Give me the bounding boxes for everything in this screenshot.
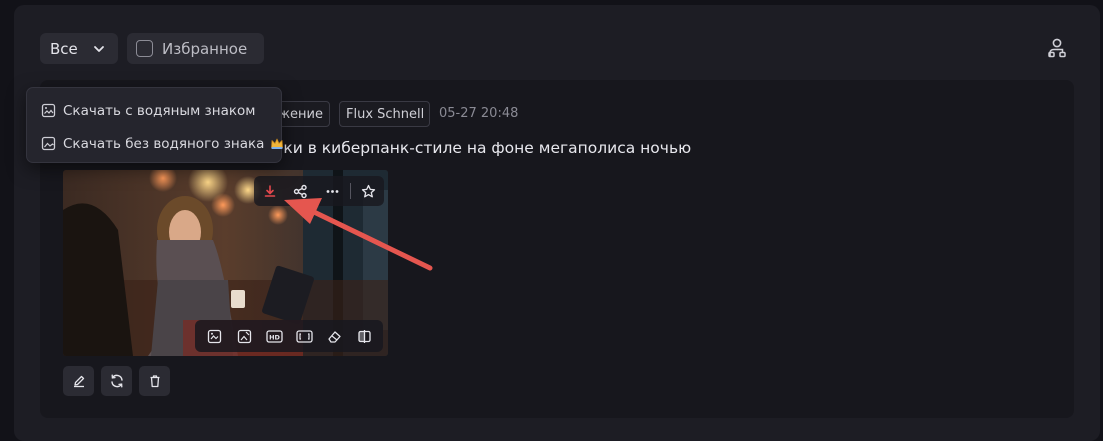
- eraser-icon: [327, 330, 341, 343]
- restyle-button[interactable]: [231, 323, 257, 349]
- chevron-down-icon: [94, 46, 104, 52]
- checkbox-box[interactable]: [136, 40, 153, 57]
- timestamp: 05-27 20:48: [439, 106, 519, 121]
- image-icon: [41, 136, 56, 151]
- regenerate-button[interactable]: [101, 366, 132, 396]
- edit-icon: [73, 375, 84, 388]
- hd-button[interactable]: HD: [261, 323, 287, 349]
- prompt-text: ушки в киберпанк-стиле на фоне мегаполис…: [260, 139, 692, 157]
- svg-text:HD: HD: [269, 333, 280, 341]
- favorites-checkbox[interactable]: Избранное: [127, 33, 264, 64]
- compare-button[interactable]: [351, 323, 377, 349]
- download-without-watermark-label: Скачать без водяного знака: [63, 135, 265, 152]
- download-without-watermark[interactable]: Скачать без водяного знака: [27, 127, 284, 160]
- image-tools-bar: HD: [195, 320, 383, 352]
- download-menu: Скачать с водяным знаком Скачать без вод…: [26, 87, 284, 163]
- download-with-watermark[interactable]: Скачать с водяным знаком: [27, 94, 281, 127]
- annotation-arrow: [284, 198, 433, 271]
- favorites-label: Избранное: [162, 39, 248, 58]
- download-with-watermark-label: Скачать с водяным знаком: [63, 102, 256, 119]
- filter-select-value: Все: [50, 39, 78, 58]
- user-icon[interactable]: [1046, 37, 1068, 59]
- restyle-icon: [237, 329, 251, 343]
- crown-icon: [271, 138, 284, 149]
- delete-icon: [150, 375, 159, 388]
- compare-icon: [357, 329, 371, 343]
- delete-button[interactable]: [139, 366, 170, 396]
- hd-icon: HD: [265, 329, 283, 343]
- model-tag: Flux Schnell: [339, 101, 430, 127]
- expand-icon: [295, 329, 313, 343]
- image-download-icon: [41, 103, 56, 118]
- filter-select[interactable]: Все: [40, 33, 118, 64]
- eraser-button[interactable]: [321, 323, 347, 349]
- regenerate-icon: [110, 374, 123, 388]
- expand-button[interactable]: [291, 323, 317, 349]
- variation-icon: [207, 329, 221, 343]
- variation-button[interactable]: [201, 323, 227, 349]
- edit-button[interactable]: [63, 366, 94, 396]
